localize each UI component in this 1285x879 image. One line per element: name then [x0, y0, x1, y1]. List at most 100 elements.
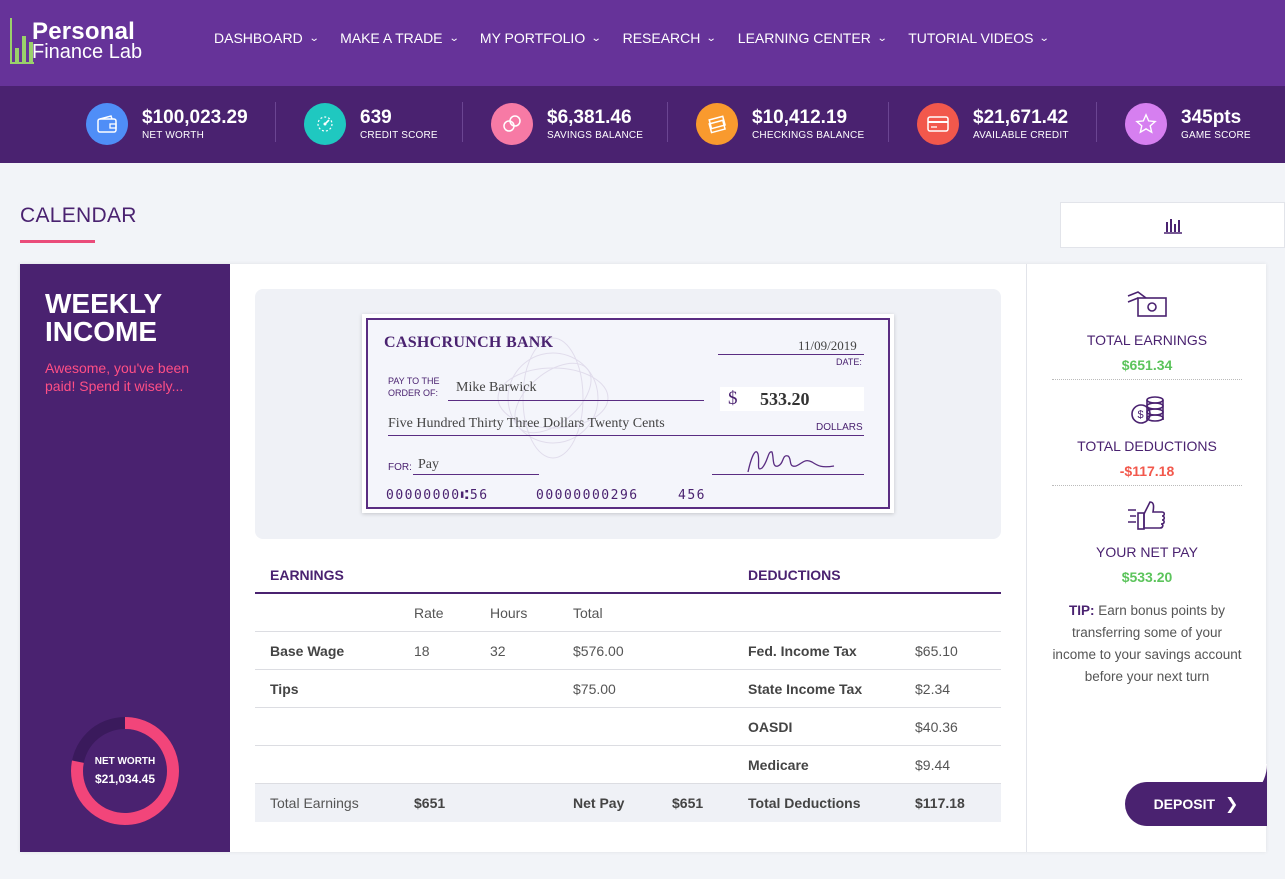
stat-divider: [667, 102, 668, 142]
stat-checkings-balance[interactable]: $10,412.19 CHECKINGS BALANCE: [696, 102, 864, 146]
memo-line: [413, 474, 539, 475]
cash-stack-icon: [696, 103, 738, 145]
coin-stack-icon: $: [1131, 396, 1164, 424]
deductions-header: DEDUCTIONS: [748, 567, 841, 583]
date-label: DATE:: [836, 357, 862, 367]
stat-divider: [462, 102, 463, 142]
total-earnings-block: TOTAL EARNINGS $651.34: [1052, 288, 1242, 373]
bank-name: CASHCRUNCH BANK: [384, 334, 554, 351]
menu-research[interactable]: RESEARCH ⌄: [623, 30, 718, 46]
dollars-label: DOLLARS: [816, 422, 863, 433]
net-worth-donut: [71, 717, 179, 825]
donut-label: NET WORTH: [94, 756, 156, 767]
brand-name-line2: Finance Lab: [32, 41, 143, 63]
coins-icon: [491, 103, 533, 145]
stat-divider: [275, 102, 276, 142]
stat-divider: [888, 102, 889, 142]
signature-icon: [747, 451, 835, 473]
bar-chart-icon: [10, 18, 34, 64]
pay-summary-panel: TOTAL EARNINGS $651.34 $ TOTAL DEDUCTION…: [1026, 264, 1267, 852]
divider: [1052, 379, 1242, 380]
check-amount: 533.20: [760, 389, 810, 409]
donut-value: $21,034.45: [94, 772, 156, 786]
top-navigation: Personal Finance Lab DASHBOARD ⌄ MAKE A T…: [0, 0, 1285, 86]
weekly-income-subtitle: Awesome, you've been paid! Spend it wise…: [45, 360, 190, 394]
table-row: Medicare $9.44: [255, 746, 1001, 784]
table-column-header: Rate Hours Total: [255, 594, 1001, 632]
total-deductions-value: -$117.18: [1119, 463, 1175, 479]
table-row: OASDI $40.36: [255, 708, 1001, 746]
weekly-income-title: WEEKLY INCOME: [45, 288, 162, 347]
words-line: [388, 435, 864, 436]
chevron-right-icon: ❯: [1225, 796, 1239, 813]
net-pay-label: YOUR NET PAY: [1096, 544, 1198, 560]
pay-breakdown-table: EARNINGS DEDUCTIONS Rate Hours Total Bas…: [255, 556, 1001, 822]
routing-number: 00000000⑆56: [386, 488, 489, 503]
account-number: 00000000296: [536, 488, 639, 503]
check-number: 456: [678, 488, 706, 503]
stat-net-worth[interactable]: $100,023.29 NET WORTH: [86, 102, 248, 146]
table-row: Tips $75.00 State Income Tax $2.34: [255, 670, 1001, 708]
weekly-income-card: WEEKLY INCOME Awesome, you've been paid!…: [20, 264, 1267, 852]
check-date: 11/09/2019: [798, 338, 857, 353]
stat-divider: [1096, 102, 1097, 142]
chevron-down-icon: ⌄: [876, 32, 888, 44]
dollar-sign: $: [728, 388, 738, 409]
total-earnings-label: TOTAL EARNINGS: [1086, 332, 1208, 348]
tip-text: TIP: Earn bonus points by transferring s…: [1052, 603, 1242, 684]
svg-text:$: $: [1138, 409, 1144, 421]
deposit-button[interactable]: DEPOSIT ❯: [1125, 782, 1267, 826]
brand-logo[interactable]: Personal Finance Lab: [10, 16, 175, 68]
menu-my-portfolio[interactable]: MY PORTFOLIO ⌄: [480, 30, 602, 46]
chevron-down-icon: ⌄: [1039, 32, 1051, 44]
title-underline: [20, 240, 95, 243]
menu-learning-center[interactable]: LEARNING CENTER ⌄: [738, 30, 888, 46]
table-totals-row: Total Earnings $651 Net Pay $651 Total D…: [255, 784, 1001, 822]
bar-chart-icon: [1163, 219, 1182, 234]
total-deductions-block: $ TOTAL DEDUCTIONS -$117.18: [1052, 394, 1242, 479]
table-section-header: EARNINGS DEDUCTIONS: [255, 556, 1001, 594]
paycheck: CASHCRUNCH BANK 11/09/2019 DATE: PAY TO …: [362, 314, 894, 513]
menu-make-a-trade[interactable]: MAKE A TRADE ⌄: [340, 30, 460, 46]
stat-savings-balance[interactable]: $6,381.46 SAVINGS BALANCE: [491, 102, 643, 146]
memo-label: FOR:: [388, 462, 412, 473]
menu-dashboard[interactable]: DASHBOARD ⌄: [214, 30, 320, 46]
thumbs-up-icon: [1128, 501, 1166, 530]
credit-card-icon: [917, 103, 959, 145]
earnings-header: EARNINGS: [270, 567, 344, 583]
stat-game-score[interactable]: 345pts GAME SCORE: [1125, 102, 1251, 146]
amount-box: $ 533.20: [720, 387, 864, 411]
net-pay-block: YOUR NET PAY $533.20: [1052, 500, 1242, 585]
stat-credit-score[interactable]: 639 CREDIT SCORE: [304, 102, 438, 146]
cash-hand-icon: [1127, 291, 1167, 317]
table-row: Base Wage 18 32 $576.00 Fed. Income Tax …: [255, 632, 1001, 670]
chevron-down-icon: ⌄: [706, 32, 718, 44]
col-hours: Hours: [490, 605, 528, 621]
star-icon: [1125, 103, 1167, 145]
chevron-down-icon: ⌄: [590, 32, 602, 44]
chart-view-tab[interactable]: [1060, 202, 1285, 248]
speedometer-icon: [304, 103, 346, 145]
total-earnings-value: $651.34: [1121, 357, 1173, 373]
chevron-down-icon: ⌄: [448, 32, 460, 44]
wallet-icon: [86, 103, 128, 145]
date-line: [718, 354, 864, 355]
payee-name: Mike Barwick: [456, 380, 537, 395]
net-pay-value: $533.20: [1121, 569, 1173, 585]
memo-value: Pay: [418, 457, 439, 472]
pay-to-label: PAY TO THE ORDER OF:: [388, 376, 440, 398]
menu-tutorial-videos[interactable]: TUTORIAL VIDEOS ⌄: [908, 30, 1051, 46]
signature-line: [712, 474, 864, 475]
check-container: CASHCRUNCH BANK 11/09/2019 DATE: PAY TO …: [255, 289, 1001, 539]
amount-in-words: Five Hundred Thirty Three Dollars Twenty…: [388, 416, 665, 431]
col-rate: Rate: [414, 605, 444, 621]
weekly-income-panel: WEEKLY INCOME Awesome, you've been paid!…: [20, 264, 230, 852]
payee-line: [448, 400, 704, 401]
divider: [1052, 485, 1242, 486]
col-total: Total: [573, 605, 603, 621]
stat-available-credit[interactable]: $21,671.42 AVAILABLE CREDIT: [917, 102, 1069, 146]
chevron-down-icon: ⌄: [308, 32, 320, 44]
page-title: CALENDAR: [20, 204, 137, 227]
main-menu: DASHBOARD ⌄ MAKE A TRADE ⌄ MY PORTFOLIO ⌄ R…: [214, 30, 1071, 46]
total-deductions-label: TOTAL DEDUCTIONS: [1077, 438, 1217, 454]
